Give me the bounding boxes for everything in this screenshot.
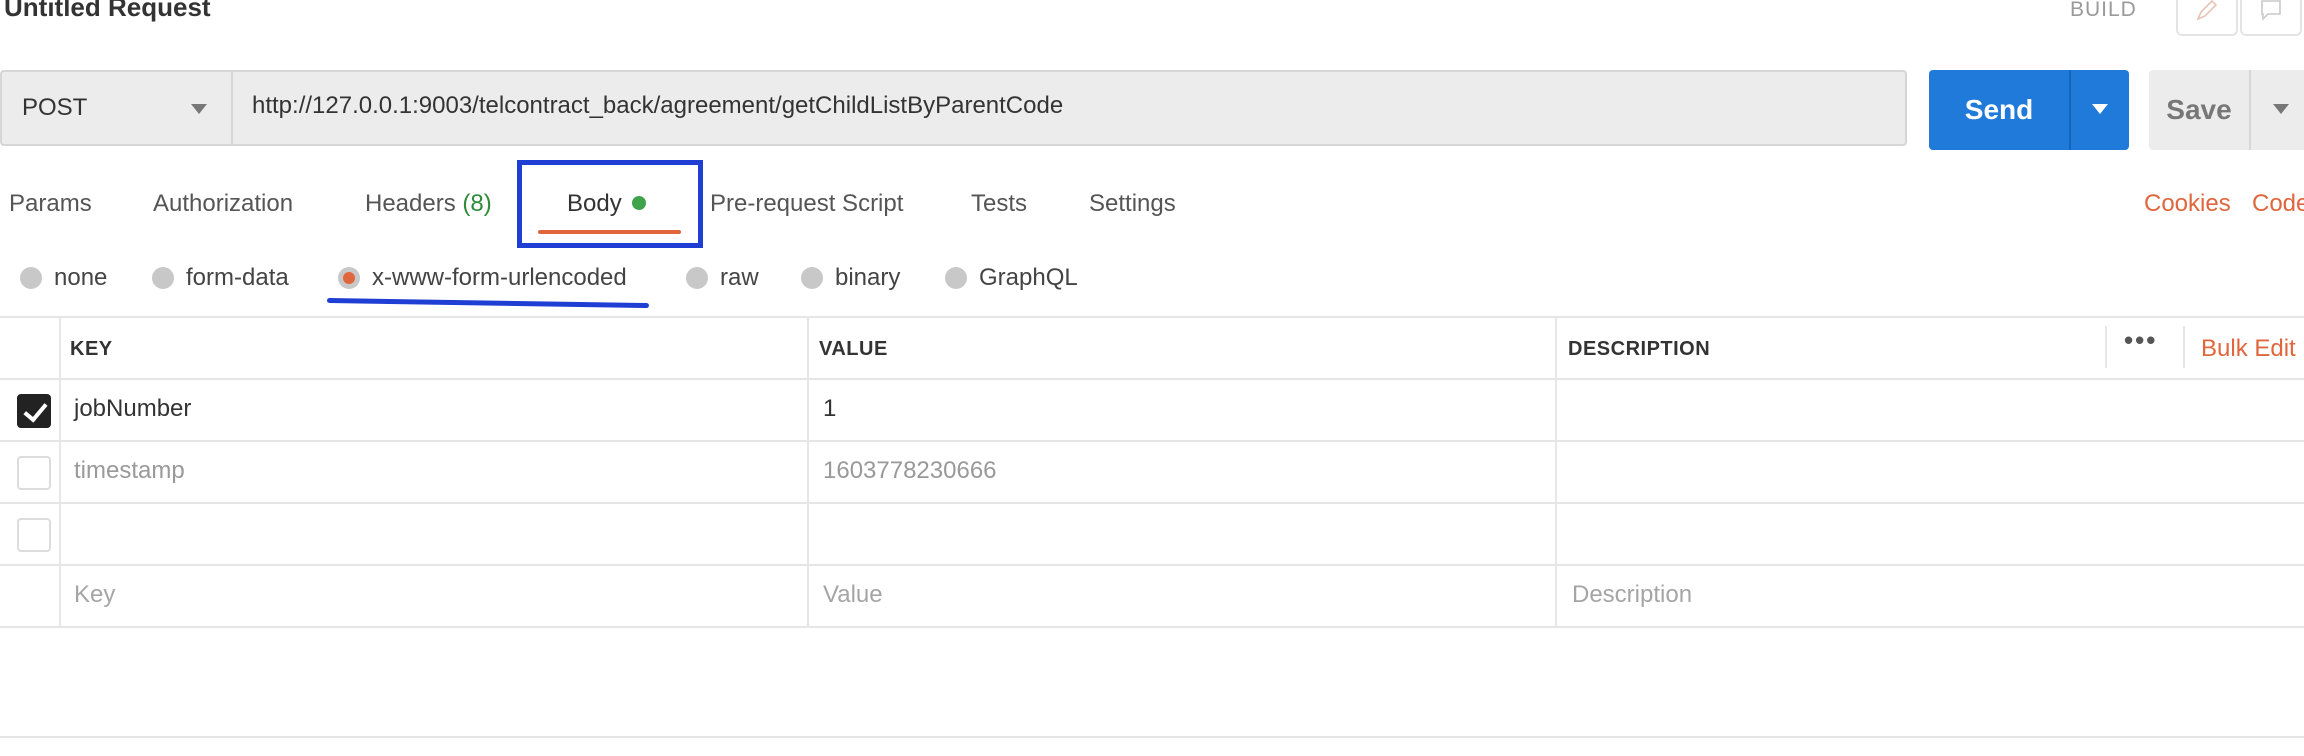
- column-header-value: VALUE: [819, 338, 888, 360]
- send-button[interactable]: Send: [1929, 70, 2129, 150]
- send-dropdown-chevron-icon[interactable]: [2092, 104, 2108, 114]
- row-key[interactable]: timestamp: [74, 457, 185, 485]
- column-divider: [807, 316, 809, 628]
- tab-headers-label: Headers: [365, 190, 456, 217]
- row-divider: [0, 378, 2304, 380]
- tab-settings[interactable]: Settings: [1089, 190, 1176, 218]
- comment-icon: [2261, 0, 2281, 21]
- tab-tests[interactable]: Tests: [971, 190, 1027, 218]
- radio-binary[interactable]: binary: [801, 263, 900, 293]
- bulk-edit-link[interactable]: Bulk Edit: [2201, 335, 2296, 363]
- save-button[interactable]: Save: [2149, 70, 2304, 150]
- radio-raw-label: raw: [720, 264, 759, 291]
- column-divider: [2105, 326, 2107, 368]
- radio-selected-icon: [338, 267, 360, 289]
- row-checkbox[interactable]: [17, 518, 51, 552]
- method-select[interactable]: POST: [2, 72, 233, 144]
- radio-graphql[interactable]: GraphQL: [945, 263, 1078, 293]
- column-divider: [59, 316, 61, 628]
- radio-circle-icon: [945, 267, 967, 289]
- url-bar: POST http://127.0.0.1:9003/telcontract_b…: [0, 70, 1907, 146]
- save-label: Save: [2166, 94, 2232, 125]
- more-options-icon[interactable]: •••: [2124, 325, 2157, 356]
- request-title: Untitled Request: [4, 0, 211, 22]
- row-divider: [0, 440, 2304, 442]
- cookies-link[interactable]: Cookies: [2144, 190, 2231, 218]
- code-link[interactable]: Code: [2252, 190, 2304, 218]
- new-key-input[interactable]: Key: [74, 581, 115, 609]
- comments-button[interactable]: [2240, 0, 2302, 36]
- row-divider: [0, 626, 2304, 628]
- radio-circle-icon: [686, 267, 708, 289]
- row-value[interactable]: 1603778230666: [823, 457, 997, 485]
- radio-none[interactable]: none: [20, 263, 107, 293]
- row-divider: [0, 564, 2304, 566]
- send-label: Send: [1964, 94, 2034, 125]
- radio-circle-icon: [20, 267, 42, 289]
- url-input[interactable]: http://127.0.0.1:9003/telcontract_back/a…: [252, 92, 1063, 120]
- radio-urlencoded[interactable]: x-www-form-urlencoded: [338, 263, 627, 293]
- row-divider: [0, 502, 2304, 504]
- row-value[interactable]: 1: [823, 395, 836, 423]
- row-checkbox-checked[interactable]: [17, 394, 51, 428]
- row-key[interactable]: jobNumber: [74, 395, 191, 423]
- radio-form-data[interactable]: form-data: [152, 263, 289, 293]
- radio-none-label: none: [54, 264, 108, 291]
- footer-divider: [0, 736, 2304, 738]
- column-divider: [1555, 316, 1557, 628]
- column-header-key: KEY: [70, 338, 113, 360]
- column-divider: [2183, 326, 2185, 368]
- radio-urlencoded-label: x-www-form-urlencoded: [372, 264, 627, 291]
- new-value-input[interactable]: Value: [823, 581, 883, 609]
- new-description-input[interactable]: Description: [1572, 581, 1692, 609]
- radio-graphql-label: GraphQL: [979, 264, 1078, 291]
- save-divider: [2249, 70, 2251, 150]
- tab-headers[interactable]: Headers (8): [365, 190, 492, 218]
- radio-form-data-label: form-data: [186, 264, 289, 291]
- tab-pre-request-script[interactable]: Pre-request Script: [710, 190, 903, 218]
- build-mode-label[interactable]: BUILD: [2070, 0, 2137, 22]
- row-checkbox[interactable]: [17, 456, 51, 490]
- annotation-box: [517, 160, 703, 248]
- radio-circle-icon: [152, 267, 174, 289]
- row-divider: [0, 316, 2304, 318]
- send-divider: [2069, 70, 2071, 150]
- method-value: POST: [22, 94, 88, 121]
- column-header-description: DESCRIPTION: [1568, 338, 1711, 360]
- headers-count-badge: (8): [462, 190, 492, 217]
- radio-binary-label: binary: [835, 264, 901, 291]
- edit-button[interactable]: [2176, 0, 2238, 36]
- save-dropdown-chevron-icon[interactable]: [2273, 104, 2289, 114]
- annotation-underline: [326, 298, 649, 309]
- radio-circle-icon: [801, 267, 823, 289]
- tab-params[interactable]: Params: [9, 190, 92, 218]
- chevron-down-icon: [191, 104, 207, 114]
- pencil-icon: [2196, 0, 2218, 21]
- tab-authorization[interactable]: Authorization: [153, 190, 293, 218]
- radio-raw[interactable]: raw: [686, 263, 759, 293]
